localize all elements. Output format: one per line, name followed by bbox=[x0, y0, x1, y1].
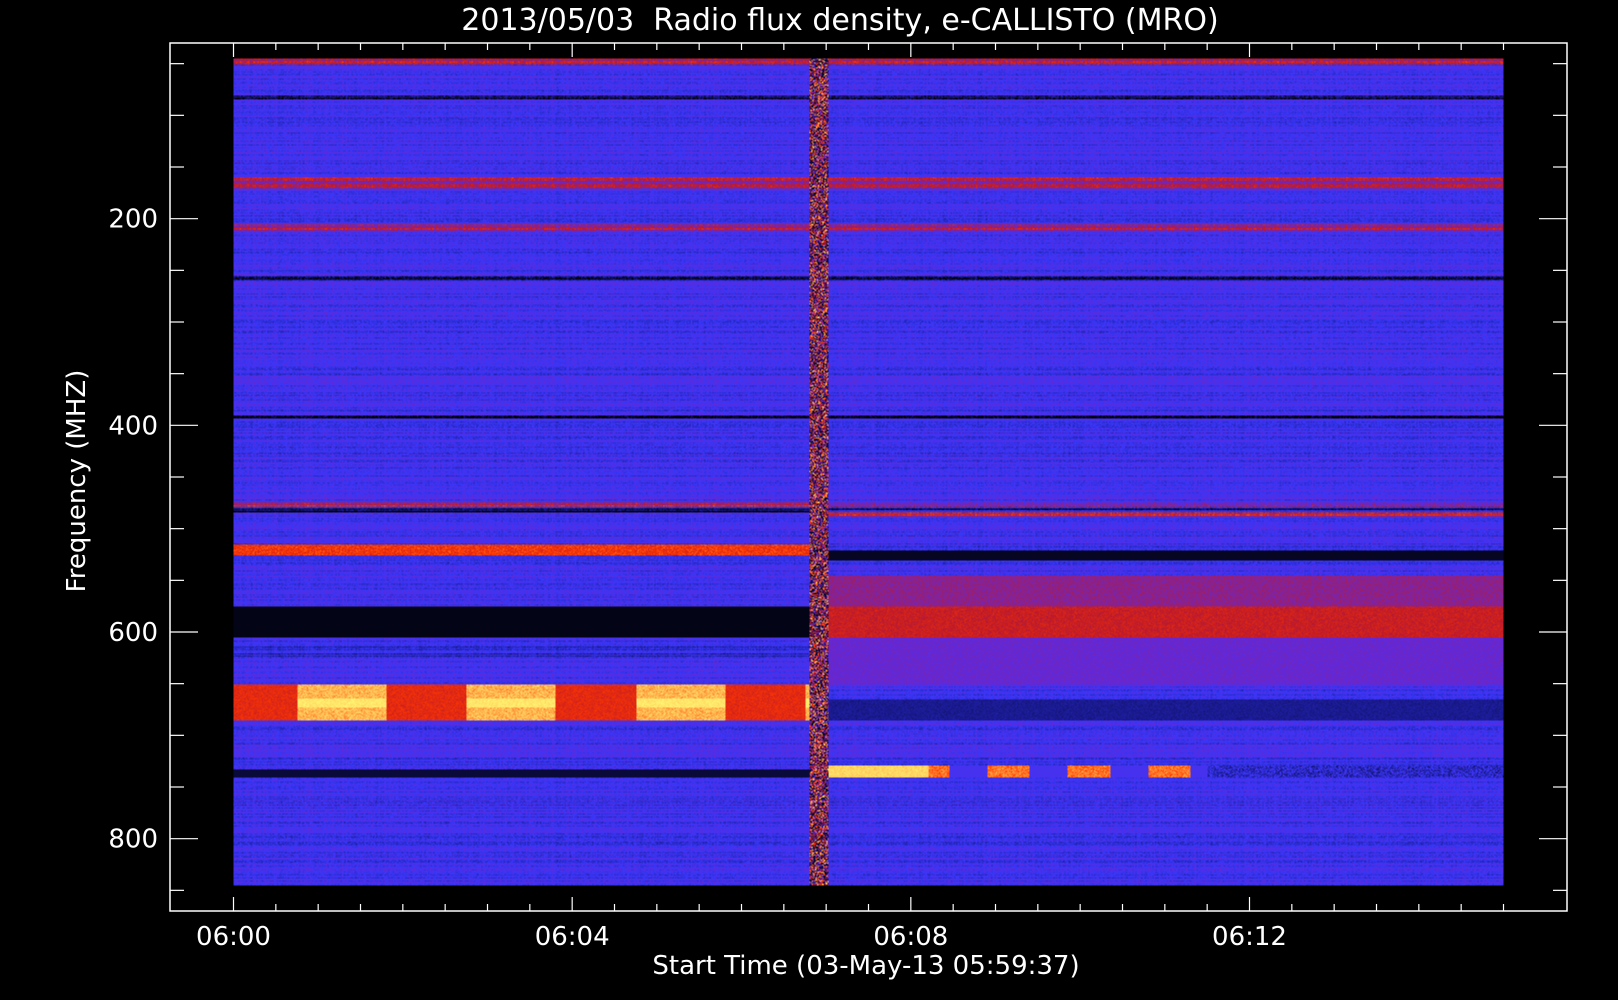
y-tick-label: 600 bbox=[108, 618, 158, 648]
x-tick-label: 06:04 bbox=[535, 922, 610, 952]
y-axis-label: Frequency (MHZ) bbox=[62, 370, 92, 593]
y-tick-label: 200 bbox=[108, 205, 158, 235]
x-axis-label: Start Time (03-May-13 05:59:37) bbox=[652, 951, 1079, 981]
y-tick-label: 800 bbox=[108, 825, 158, 855]
x-tick-label: 06:00 bbox=[196, 922, 271, 952]
heatmap-image bbox=[233, 58, 1504, 886]
spectrogram-chart: 2013/05/03 Radio flux density, e-CALLIST… bbox=[0, 0, 1618, 1000]
x-tick-label: 06:12 bbox=[1212, 922, 1287, 952]
y-tick-label: 400 bbox=[108, 411, 158, 441]
chart-title: 2013/05/03 Radio flux density, e-CALLIST… bbox=[461, 3, 1218, 38]
x-tick-label: 06:08 bbox=[873, 922, 948, 952]
heatmap bbox=[233, 58, 1504, 886]
